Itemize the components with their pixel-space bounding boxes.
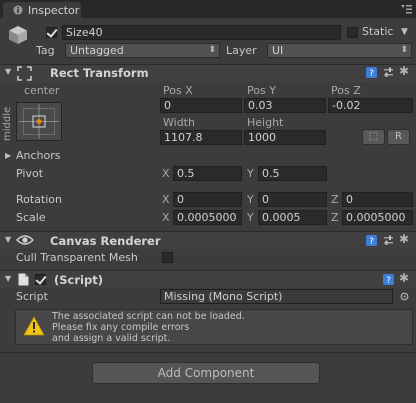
rotation-label: Rotation	[16, 193, 63, 206]
script-label: Script	[16, 290, 48, 303]
pivot-label: Pivot	[16, 167, 44, 180]
scale-z-axis-label: Z	[331, 211, 339, 224]
foldout-arrow-icon[interactable]: ▼	[5, 67, 11, 76]
help-book-icon[interactable]: ?	[383, 274, 394, 285]
scale-z-field[interactable]: 0.0005000	[342, 210, 413, 225]
help-book-icon[interactable]: ?	[366, 235, 377, 246]
rotation-x-axis-label: X	[162, 193, 170, 206]
tab-menu-icon[interactable]	[401, 4, 412, 14]
anchors-foldout-arrow-icon[interactable]: ▶	[5, 151, 11, 160]
width-field[interactable]: 1107.8	[160, 130, 242, 145]
preset-sliders-icon[interactable]	[383, 235, 394, 246]
script-object-field[interactable]: Missing (Mono Script)	[160, 289, 393, 304]
height-label: Height	[247, 116, 284, 129]
warning-icon	[23, 316, 45, 336]
rect-transform-title: Rect Transform	[50, 66, 149, 80]
warning-text-line-2: Please fix any compile errors	[52, 322, 190, 333]
static-label: Static	[362, 25, 394, 38]
cull-transparent-mesh-label: Cull Transparent Mesh	[16, 251, 138, 264]
pos-z-label: Pos Z	[331, 84, 361, 97]
width-label: Width	[163, 116, 195, 129]
preset-sliders-icon[interactable]	[383, 67, 394, 78]
pivot-x-field[interactable]: 0.5	[173, 166, 242, 181]
tab-label: Inspector	[28, 4, 80, 17]
anchor-preset-button[interactable]	[16, 102, 62, 141]
foldout-arrow-icon[interactable]: ▼	[5, 274, 11, 283]
pivot-y-axis-label: Y	[247, 167, 254, 180]
pos-x-label: Pos X	[163, 84, 193, 97]
height-field[interactable]: 1000	[244, 130, 326, 145]
layer-dropdown[interactable]: UI ⬍	[267, 43, 412, 58]
add-component-button[interactable]: Add Component	[92, 362, 320, 384]
tab-bar: Inspector	[0, 0, 416, 18]
scale-x-field[interactable]: 0.0005000	[173, 210, 242, 225]
rotation-z-axis-label: Z	[331, 193, 339, 206]
pos-y-field[interactable]: 0.03	[244, 98, 326, 113]
active-checkbox[interactable]	[46, 27, 57, 38]
warning-text-line-3: and assign a valid script.	[52, 333, 171, 344]
scale-y-axis-label: Y	[247, 211, 254, 224]
svg-text:?: ?	[386, 276, 391, 285]
scale-x-axis-label: X	[162, 211, 170, 224]
anchors-label[interactable]: Anchors	[16, 149, 61, 162]
rect-transform-icon	[17, 66, 32, 81]
eye-icon	[16, 235, 34, 245]
script-enabled-checkbox[interactable]	[35, 274, 46, 285]
pos-y-label: Pos Y	[247, 84, 276, 97]
rotation-z-field[interactable]: 0	[342, 192, 413, 207]
gear-icon[interactable]: ✱	[399, 271, 409, 285]
tag-label: Tag	[36, 44, 55, 57]
script-component-title: (Script)	[54, 273, 103, 287]
rotation-y-field[interactable]: 0	[258, 192, 327, 207]
chevron-down-icon: ⬍	[208, 45, 216, 55]
pivot-y-field[interactable]: 0.5	[258, 166, 327, 181]
component-divider	[0, 352, 416, 353]
anchor-vertical-label: middle	[2, 106, 13, 141]
blueprint-mode-button[interactable]: ⬚	[362, 129, 385, 145]
scale-y-field[interactable]: 0.0005	[258, 210, 327, 225]
warning-text-line-1: The associated script can not be loaded.	[52, 311, 245, 322]
foldout-arrow-icon[interactable]: ▼	[5, 235, 11, 244]
info-icon	[13, 5, 23, 15]
raw-edit-button[interactable]: R	[387, 129, 410, 145]
object-picker-icon[interactable]	[400, 292, 409, 301]
name-field[interactable]: Size40	[62, 25, 341, 40]
canvas-renderer-title: Canvas Renderer	[50, 234, 161, 248]
svg-text:?: ?	[369, 237, 374, 246]
layer-label: Layer	[226, 44, 257, 57]
gameobject-cube-icon	[9, 26, 27, 44]
pos-z-field[interactable]: -0.02	[328, 98, 413, 113]
scale-label: Scale	[16, 211, 46, 224]
static-checkbox[interactable]	[347, 27, 358, 38]
script-file-icon	[18, 273, 29, 286]
cull-transparent-mesh-checkbox[interactable]	[162, 252, 173, 263]
static-dropdown-arrow-icon[interactable]: ▼	[401, 27, 408, 37]
tag-value: Untagged	[70, 44, 124, 57]
tab-inspector[interactable]: Inspector	[3, 2, 81, 18]
pivot-x-axis-label: X	[162, 167, 170, 180]
svg-text:?: ?	[369, 69, 374, 78]
rotation-x-field[interactable]: 0	[173, 192, 242, 207]
tag-dropdown[interactable]: Untagged ⬍	[65, 43, 220, 58]
pos-x-field[interactable]: 0	[160, 98, 242, 113]
rotation-y-axis-label: Y	[247, 193, 254, 206]
chevron-down-icon: ⬍	[400, 45, 408, 55]
gear-icon[interactable]: ✱	[399, 232, 409, 246]
layer-value: UI	[272, 44, 284, 57]
help-book-icon[interactable]: ?	[366, 67, 377, 78]
gear-icon[interactable]: ✱	[399, 64, 409, 78]
anchor-horizontal-label: center	[24, 84, 60, 97]
